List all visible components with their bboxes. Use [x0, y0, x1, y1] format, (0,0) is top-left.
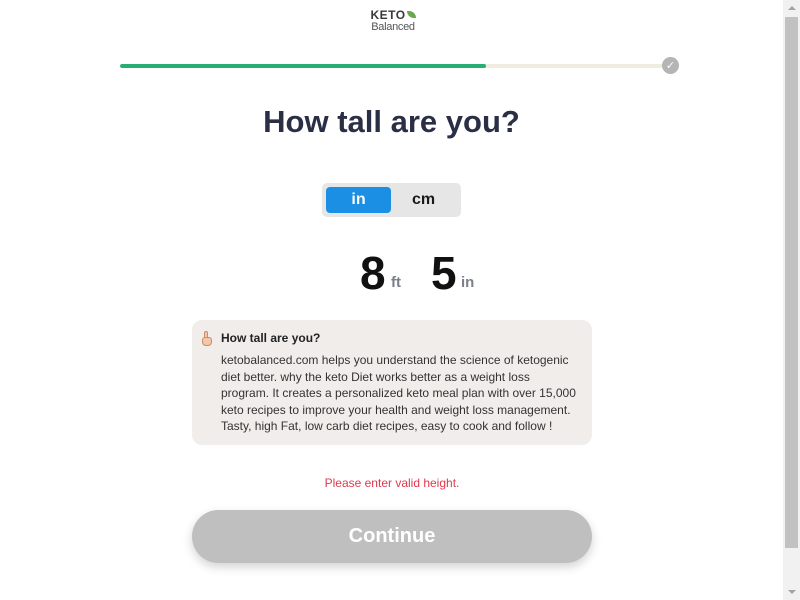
progress-bar [120, 64, 666, 68]
leaf-icon [406, 11, 416, 18]
height-inches-value[interactable]: 5 [431, 246, 457, 300]
scroll-up-arrow-icon[interactable] [783, 0, 800, 17]
height-inches-unit: in [461, 274, 475, 291]
continue-button[interactable]: Continue [192, 510, 592, 563]
info-title: How tall are you? [221, 331, 321, 345]
unit-option-cm[interactable]: cm [391, 187, 456, 213]
scrollbar-thumb[interactable] [785, 17, 798, 548]
page-title: How tall are you? [263, 104, 520, 139]
scrollbar[interactable] [783, 0, 800, 600]
check-icon: ✓ [662, 57, 679, 74]
info-text: ketobalanced.com helps you understand th… [221, 353, 576, 433]
height-feet-unit: ft [391, 274, 401, 291]
scroll-down-arrow-icon[interactable] [783, 583, 800, 600]
unit-toggle: in cm [322, 183, 461, 217]
height-readout: 8 ft 5 in [0, 246, 783, 300]
height-feet-value[interactable]: 8 [360, 246, 386, 300]
keto-balanced-logo: KETO Balanced [366, 9, 420, 35]
pointing-hand-icon [201, 331, 213, 347]
logo-wordmark-balanced: Balanced [371, 21, 415, 33]
error-message: Please enter valid height. [324, 476, 460, 490]
info-box: How tall are you? ketobalanced.com helps… [192, 320, 592, 445]
unit-option-in[interactable]: in [326, 187, 391, 213]
progress-bar-fill [120, 64, 486, 68]
